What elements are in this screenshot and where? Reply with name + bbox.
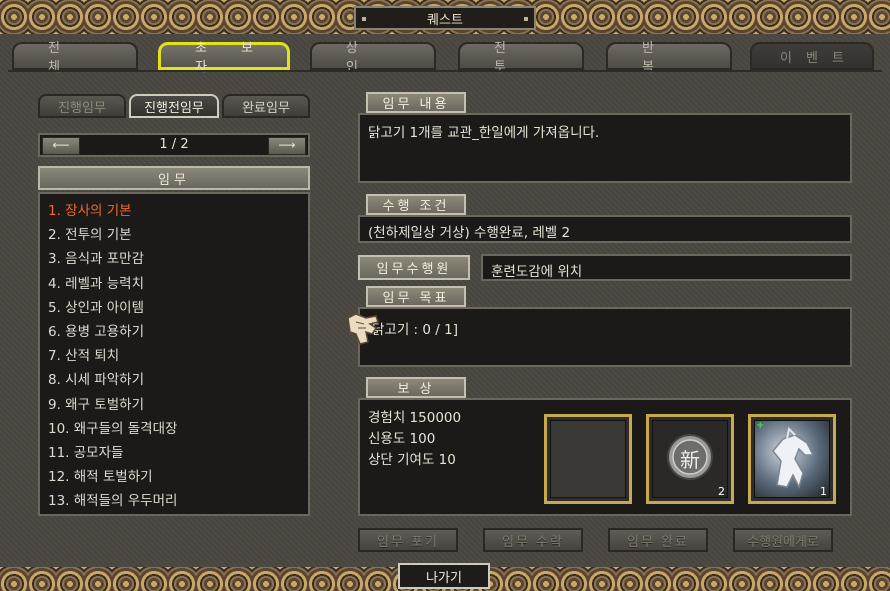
tab-repeat[interactable]: 반복 <box>606 41 732 75</box>
reward-slot-horse[interactable]: + 1 <box>748 414 836 504</box>
quest-pager: ⟵ 1 / 2 ⟶ <box>38 133 310 157</box>
title-rivet-icon <box>362 17 366 21</box>
content-text: 닭고기 1개를 교관_한일에게 가져옵니다. <box>358 113 852 183</box>
window-title: 퀘스트 <box>354 6 536 30</box>
tab-all[interactable]: 전체 <box>12 41 138 75</box>
tab-combat[interactable]: 전투 <box>458 41 584 75</box>
condition-text: (천하제일상 거상) 수행완료, 레벨 2 <box>358 215 852 243</box>
item-count: 1 <box>820 485 827 498</box>
subtab-completed[interactable]: 완료임무 <box>222 94 310 118</box>
horse-badge-icon: + <box>756 420 765 431</box>
tab-divider <box>8 70 882 72</box>
performer-text: 훈련도감에 위치 <box>481 254 852 281</box>
goal-text: 닭고기 : 0 / 1] <box>372 322 458 338</box>
complete-quest-button[interactable]: 임무 완료 <box>608 528 708 552</box>
quest-list-item[interactable]: 2. 전투의 기본 <box>40 224 308 248</box>
quest-list-item[interactable]: 12. 해적 토벌하기 <box>40 466 308 490</box>
tab-beginner[interactable]: 초보자 <box>158 41 290 75</box>
white-horse-icon <box>772 426 815 490</box>
title-rivet-icon <box>524 17 528 21</box>
quest-list-item[interactable]: 9. 왜구 토벌하기 <box>40 394 308 418</box>
coin-glyph: 新 <box>680 448 700 472</box>
category-tabs: 전체 초보자 상인 전투 반복 이벤트 <box>8 41 884 75</box>
go-to-performer-button[interactable]: 수행원에게로 <box>733 528 833 552</box>
quest-window: 퀘스트 전체 초보자 상인 전투 반복 이벤트 진행임무 진행전임무 완료임무 … <box>0 0 890 591</box>
quest-list-item[interactable]: 7. 산적 퇴치 <box>40 345 308 369</box>
accept-quest-button[interactable]: 임무 수락 <box>483 528 583 552</box>
content-label: 임무 내용 <box>366 92 466 113</box>
quest-list: 1. 장사의 기본 2. 전투의 기본 3. 음식과 포만감 4. 레벨과 능력… <box>38 192 310 516</box>
quest-list-item[interactable]: 5. 상인과 아이템 <box>40 297 308 321</box>
performer-button[interactable]: 임무수행원 <box>358 255 470 280</box>
reward-slot-coin[interactable]: 新 2 <box>646 414 734 504</box>
quest-list-item[interactable]: 13. 해적들의 우두머리 <box>40 490 308 514</box>
item-count: 2 <box>718 485 725 498</box>
quest-list-item[interactable]: 10. 왜구들의 돌격대장 <box>40 418 308 442</box>
quest-list-item[interactable]: 1. 장사의 기본 <box>40 200 308 224</box>
condition-label: 수행 조건 <box>366 194 466 215</box>
tab-event[interactable]: 이벤트 <box>750 42 874 70</box>
next-page-arrow-icon[interactable]: ⟶ <box>268 137 306 155</box>
window-title-text: 퀘스트 <box>427 12 463 28</box>
subtab-in-progress[interactable]: 진행임무 <box>38 94 126 118</box>
subtab-not-started[interactable]: 진행전임무 <box>129 94 219 118</box>
quest-list-item[interactable]: 8. 시세 파악하기 <box>40 369 308 393</box>
abandon-quest-button[interactable]: 임무 포기 <box>358 528 458 552</box>
quest-list-header: 임무 <box>38 166 310 190</box>
quest-list-item[interactable]: 4. 레벨과 능력치 <box>40 273 308 297</box>
tab-merchant[interactable]: 상인 <box>310 41 436 75</box>
quest-list-item[interactable]: 3. 음식과 포만감 <box>40 248 308 272</box>
empty-slot-icon <box>550 420 626 498</box>
quest-list-item[interactable]: 6. 용병 고용하기 <box>40 321 308 345</box>
reward-label: 보 상 <box>366 377 466 398</box>
quest-list-item[interactable]: 11. 공모자들 <box>40 442 308 466</box>
reward-slot-empty[interactable] <box>544 414 632 504</box>
pointing-hand-cursor-icon <box>347 313 379 345</box>
goal-box: 닭고기 : 0 / 1] <box>358 307 852 367</box>
exit-button[interactable]: 나가기 <box>398 563 490 589</box>
